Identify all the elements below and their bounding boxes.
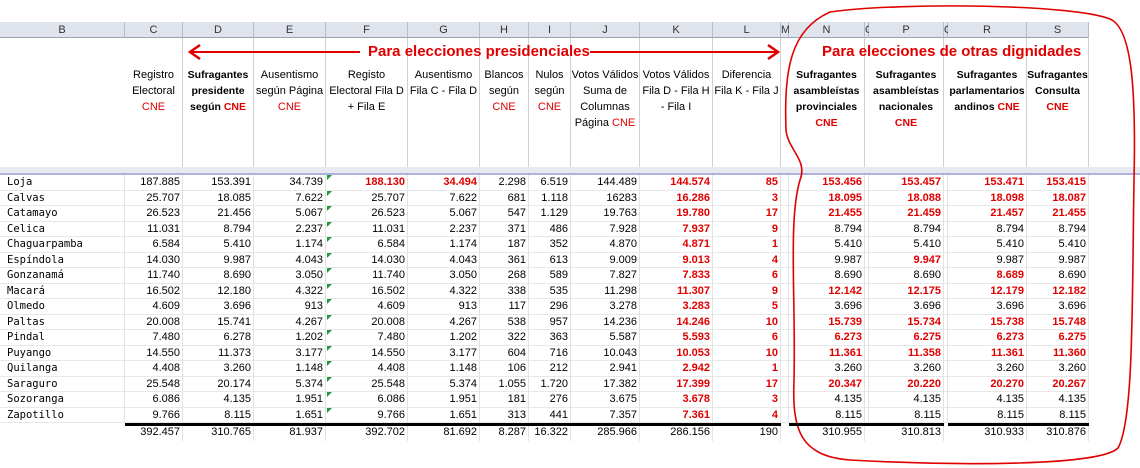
presidential-label: Para elecciones presidenciales (368, 43, 590, 60)
totals-border-line (125, 423, 781, 426)
spreadsheet: BCDEFGHIJKLMNOPQRS Registro Electoral CN… (0, 0, 1140, 468)
totals-border-line (789, 423, 944, 426)
highlight-ellipse (784, 5, 1136, 465)
annotation-overlay (187, 5, 1136, 465)
totals-border-line (948, 423, 1089, 426)
other-elections-label: Para elecciones de otras dignidades (822, 43, 1082, 60)
